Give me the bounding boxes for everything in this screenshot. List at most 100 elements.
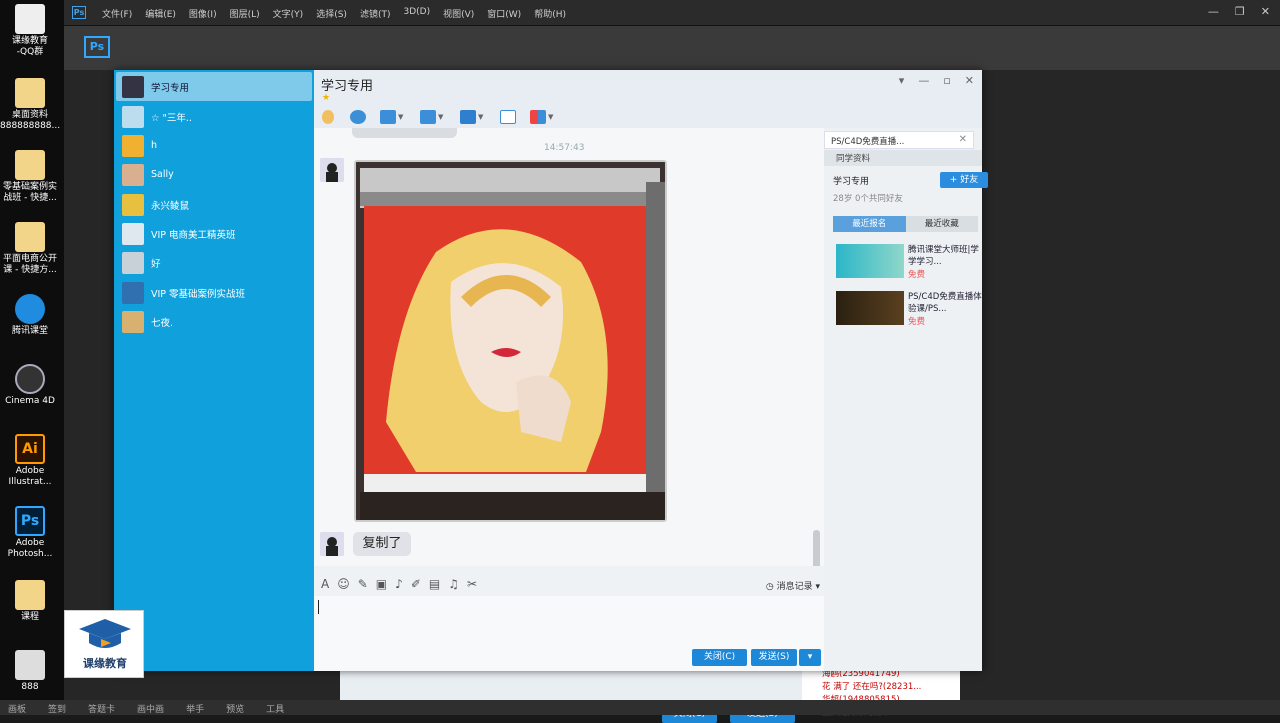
- course-card[interactable]: PS/C4D免费直播体验课/PS... 免费: [836, 291, 982, 329]
- contact-item[interactable]: 七夜.: [116, 307, 312, 336]
- shared-image[interactable]: [354, 160, 667, 522]
- scissors-icon[interactable]: ✂: [467, 577, 477, 591]
- apps-button[interactable]: ▼: [530, 108, 553, 126]
- contact-item[interactable]: VIP 电商美工精英班: [116, 219, 312, 248]
- contact-item[interactable]: 永兴鲮鼠: [116, 190, 312, 219]
- chat-main: 学习专用 ★ ▾ — ▫ ✕ ▼ ▼ ▼ ▼ 14:57:43 复制了 A ☺ …: [314, 70, 988, 671]
- tencent-classroom-icon: [15, 294, 45, 324]
- maximize-icon[interactable]: ▫: [943, 74, 950, 87]
- desktop-icon-materials[interactable]: 桌面资料 888888888...: [0, 78, 60, 132]
- ps-menu-list: 文件(F) 编辑(E) 图像(I) 图层(L) 文字(Y) 选择(S) 滤镜(T…: [102, 7, 566, 20]
- chevron-down-icon: ▼: [438, 113, 444, 121]
- desktop-icon-course[interactable]: 课程: [0, 580, 60, 623]
- contact-item[interactable]: h: [116, 131, 312, 160]
- bottom-item[interactable]: 举手: [186, 702, 204, 715]
- chat-scrollbar[interactable]: [813, 200, 820, 566]
- contact-item[interactable]: 学习专用: [116, 72, 312, 101]
- menu-edit[interactable]: 编辑(E): [145, 7, 176, 20]
- camera-icon: [350, 110, 366, 124]
- menu-help[interactable]: 帮助(H): [534, 7, 566, 20]
- folder-icon: [15, 222, 45, 252]
- doodle-icon[interactable]: ✐: [411, 577, 421, 591]
- close-icon[interactable]: ✕: [965, 74, 974, 87]
- menu-file[interactable]: 文件(F): [102, 7, 132, 20]
- message-history-button[interactable]: ◷ 消息记录 ▾: [766, 579, 820, 592]
- menu-filter[interactable]: 滤镜(T): [360, 7, 391, 20]
- desktop-icon-cinema4d[interactable]: Cinema 4D: [0, 364, 60, 407]
- star-icon: ★: [322, 93, 331, 103]
- voice-call-button[interactable]: [322, 108, 334, 126]
- list-item[interactable]: 花 满了 还在吗?(28231...: [822, 680, 921, 692]
- file-transfer-button[interactable]: ▼: [420, 108, 443, 126]
- ps-app-icon[interactable]: Ps: [72, 6, 86, 19]
- message-timestamp: 14:57:43: [544, 143, 585, 153]
- magic-icon[interactable]: ✎: [358, 577, 368, 591]
- menu-layer[interactable]: 图层(L): [230, 7, 260, 20]
- bottom-item[interactable]: 答题卡: [88, 702, 115, 715]
- close-icon[interactable]: ✕: [959, 134, 967, 145]
- close-icon[interactable]: ✕: [1261, 5, 1270, 18]
- desktop-icon-open-class[interactable]: 平面电商公开 课 - 快捷方...: [0, 222, 60, 276]
- apps-icon: [530, 110, 546, 124]
- contact-item[interactable]: 好: [116, 248, 312, 277]
- close-button[interactable]: 关闭(C): [692, 649, 747, 666]
- desktop-icon-photoshop[interactable]: Ps Adobe Photosh...: [0, 506, 60, 560]
- bottom-item[interactable]: 画板: [8, 702, 26, 715]
- screen-share-button[interactable]: ▼: [380, 108, 403, 126]
- minimize-icon[interactable]: —: [1208, 5, 1219, 18]
- invite-button[interactable]: [500, 108, 516, 126]
- tab-recent-signup[interactable]: 最近报名: [833, 216, 906, 232]
- bottom-item[interactable]: 工具: [266, 702, 284, 715]
- restore-icon[interactable]: ❐: [1235, 5, 1245, 18]
- font-icon[interactable]: A: [321, 577, 329, 591]
- avatar[interactable]: [320, 532, 344, 556]
- add-icon: [500, 110, 516, 124]
- music-icon[interactable]: ♫: [448, 577, 459, 591]
- bottom-item[interactable]: 签到: [48, 702, 66, 715]
- contact-item[interactable]: ☆ "三年..: [116, 102, 312, 131]
- desktop-icon-888[interactable]: 888: [0, 650, 60, 693]
- minimize-icon[interactable]: —: [918, 74, 929, 87]
- menu-3d[interactable]: 3D(D): [403, 7, 430, 20]
- member-info: 28岁 0个共同好友: [833, 194, 903, 204]
- image-icon[interactable]: ▤: [429, 577, 440, 591]
- tab-recent-favorites[interactable]: 最近收藏: [905, 216, 978, 232]
- menu-view[interactable]: 视图(V): [443, 7, 474, 20]
- folder-icon: [15, 78, 45, 108]
- graduation-cap-icon: [79, 619, 131, 648]
- ps-options-bar: Ps: [64, 26, 1280, 70]
- contact-item[interactable]: VIP 零基础案例实战班: [116, 278, 312, 307]
- bottom-item[interactable]: 画中画: [137, 702, 164, 715]
- send-button[interactable]: 发送(S): [751, 649, 797, 666]
- menu-select[interactable]: 选择(S): [316, 7, 347, 20]
- course-card[interactable]: 腾讯课堂大师班|学学学习... 免费: [836, 244, 981, 282]
- menu-image[interactable]: 图像(I): [189, 7, 217, 20]
- chat-title: 学习专用: [321, 79, 374, 94]
- voice-message-icon[interactable]: ♪: [395, 577, 403, 591]
- menu-window[interactable]: 窗口(W): [487, 7, 521, 20]
- screenshot-icon[interactable]: ▣: [376, 577, 387, 591]
- desktop-icon-course-shortcut[interactable]: 零基础案例实 战班 - 快捷...: [0, 150, 60, 204]
- cinema4d-icon: [15, 364, 45, 394]
- emoji-icon[interactable]: ☺: [337, 577, 350, 591]
- desktop-icon-qq-group[interactable]: 课缘教育 -QQ群: [0, 4, 60, 58]
- desktop-icon-illustrator[interactable]: Ai Adobe Illustrat...: [0, 434, 60, 488]
- avatar: [122, 163, 144, 186]
- side-tab[interactable]: PS/C4D免费直播... ✕: [824, 131, 974, 149]
- message-input[interactable]: 关闭(C) 发送(S) ▾: [314, 596, 824, 671]
- bottom-item[interactable]: 预览: [226, 702, 244, 715]
- desktop-icon-tencent-classroom[interactable]: 腾讯课堂: [0, 294, 60, 337]
- ps-window-controls: — ❐ ✕: [1208, 5, 1270, 18]
- video-call-button[interactable]: [350, 108, 366, 126]
- scrollbar-thumb[interactable]: [813, 530, 820, 566]
- text-caret: [318, 600, 319, 614]
- qq-chat-window: 学习专用 ☆ "三年.. h Sally 永兴鲮鼠 VIP 电商美工精英班 好 …: [114, 70, 988, 671]
- ps-menubar: Ps 文件(F) 编辑(E) 图像(I) 图层(L) 文字(Y) 选择(S) 滤…: [64, 0, 1280, 26]
- menu-type[interactable]: 文字(Y): [273, 7, 304, 20]
- contact-item[interactable]: Sally: [116, 160, 312, 189]
- remote-desktop-button[interactable]: ▼: [460, 108, 483, 126]
- avatar[interactable]: [320, 158, 344, 182]
- dropdown-icon[interactable]: ▾: [899, 74, 905, 87]
- add-friend-button[interactable]: + 好友: [940, 172, 988, 188]
- send-options-dropdown[interactable]: ▾: [799, 649, 821, 666]
